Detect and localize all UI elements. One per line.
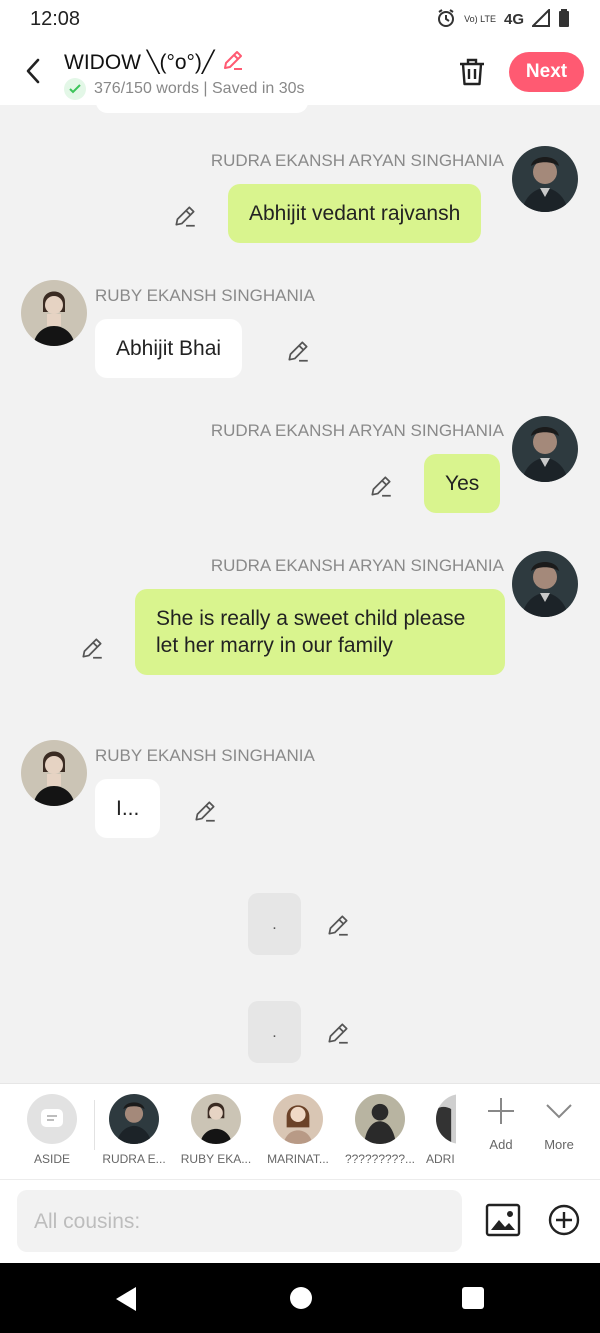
avatar <box>273 1094 323 1144</box>
battery-icon <box>558 9 570 30</box>
avatar-ruby[interactable] <box>21 280 87 346</box>
story-title: WIDOW ╲(°o°)╱ <box>64 51 215 74</box>
edit-message-button[interactable] <box>325 912 351 938</box>
insert-image-button[interactable] <box>485 1202 521 1238</box>
status-icons: Vo) LTE 4G <box>436 7 570 31</box>
speaker-name: RUBY EKANSH SINGHANIA <box>95 746 315 765</box>
chevron-down-icon <box>546 1104 572 1119</box>
more-label: More <box>544 1137 574 1152</box>
plus-icon <box>488 1098 514 1124</box>
status-time: 12:08 <box>30 8 81 30</box>
partial-bubble <box>96 105 308 113</box>
edit-message-button[interactable] <box>192 798 218 824</box>
edit-message-button[interactable] <box>79 635 105 661</box>
network-type: 4G <box>503 11 524 28</box>
avatar <box>436 1094 456 1144</box>
message-bubble[interactable]: Abhijit Bhai <box>95 319 243 378</box>
pencil-icon <box>195 801 215 822</box>
add-character-button[interactable]: Add <box>476 1096 526 1152</box>
character-adri[interactable]: ADRI <box>422 1094 456 1166</box>
avatar <box>355 1094 405 1144</box>
message-bubble[interactable]: I... <box>95 779 161 838</box>
character-label: RUBY EKA... <box>180 1152 252 1166</box>
signal-icon <box>530 7 550 30</box>
more-characters-button[interactable]: More <box>534 1096 584 1152</box>
title-row: WIDOW ╲(°o°)╱ <box>64 48 245 77</box>
character-label: ADRI <box>426 1152 455 1166</box>
character-marinat[interactable]: MARINAT... <box>258 1094 338 1166</box>
message-bubble[interactable]: She is really a sweet child please let h… <box>135 589 505 675</box>
chat-area[interactable]: RUDRA EKANSH ARYAN SINGHANIA Abhijit ved… <box>0 105 600 1083</box>
edit-message-button[interactable] <box>285 338 311 364</box>
avatar-rudra[interactable] <box>512 416 578 482</box>
pencil-icon <box>288 341 308 362</box>
pencil-icon <box>328 915 348 936</box>
pencil-icon <box>223 51 242 70</box>
character-label: MARINAT... <box>267 1152 329 1166</box>
trash-icon <box>460 58 484 86</box>
system-nav-bar <box>0 1263 600 1333</box>
pencil-icon <box>175 206 195 227</box>
avatar <box>191 1094 241 1144</box>
pencil-icon <box>371 476 391 497</box>
message-input[interactable]: All cousins: <box>17 1190 462 1252</box>
avatar-ruby[interactable] <box>21 740 87 806</box>
avatar-rudra[interactable] <box>512 146 578 212</box>
speaker-name: RUDRA EKANSH ARYAN SINGHANIA <box>210 421 504 440</box>
delete-button[interactable] <box>457 56 489 90</box>
edit-message-button[interactable] <box>172 203 198 229</box>
edit-message-button[interactable] <box>368 473 394 499</box>
character-label: RUDRA E... <box>102 1152 166 1166</box>
aside-bubble[interactable]: . <box>248 893 301 955</box>
save-status: 376/150 words | Saved in 30s <box>64 78 305 100</box>
pencil-icon <box>82 638 102 659</box>
edit-message-button[interactable] <box>325 1020 351 1046</box>
speaker-name: RUDRA EKANSH ARYAN SINGHANIA <box>210 151 504 170</box>
aside-icon <box>27 1094 77 1144</box>
message-bubble[interactable]: Yes <box>424 454 501 513</box>
nav-home-button[interactable] <box>290 1287 312 1309</box>
speaker-name: RUDRA EKANSH ARYAN SINGHANIA <box>210 556 504 575</box>
character-label: ASIDE <box>33 1152 70 1166</box>
image-icon <box>485 1203 521 1237</box>
input-bar: All cousins: <box>0 1179 600 1263</box>
back-button[interactable] <box>18 54 48 88</box>
next-button[interactable]: Next <box>509 52 584 92</box>
character-bar: ASIDE RUDRA E... RUBY EKA... MARINAT... … <box>0 1083 600 1179</box>
character-aside[interactable]: ASIDE <box>12 1094 92 1166</box>
edit-title-button[interactable] <box>221 48 245 77</box>
speaker-name: RUBY EKANSH SINGHANIA <box>95 286 315 305</box>
alarm-icon <box>436 8 456 31</box>
pencil-icon <box>328 1023 348 1044</box>
word-count: 376/150 words | Saved in 30s <box>94 80 305 97</box>
character-ruby[interactable]: RUBY EKA... <box>176 1094 256 1166</box>
more-options-button[interactable] <box>546 1202 582 1238</box>
character-rudra[interactable]: RUDRA E... <box>94 1094 174 1166</box>
avatar-rudra[interactable] <box>512 551 578 617</box>
editor-header: WIDOW ╲(°o°)╱ 376/150 words | Saved in 3… <box>0 40 600 105</box>
aside-bubble[interactable]: . <box>248 1001 301 1063</box>
message-bubble[interactable]: Abhijit vedant rajvansh <box>228 184 482 243</box>
character-label: ?????????... <box>344 1152 416 1166</box>
nav-back-button[interactable] <box>112 1285 142 1313</box>
chevron-left-icon <box>26 58 40 84</box>
triangle-back-icon <box>116 1287 136 1311</box>
add-label: Add <box>489 1137 513 1152</box>
character-unknown[interactable]: ?????????... <box>340 1094 420 1166</box>
nav-recent-apps-button[interactable] <box>462 1287 484 1309</box>
plus-circle-icon <box>548 1204 580 1236</box>
check-icon <box>64 78 86 100</box>
avatar <box>109 1094 159 1144</box>
status-bar: 12:08 Vo) LTE 4G <box>0 0 600 40</box>
volte-icon: Vo) LTE <box>464 14 496 24</box>
